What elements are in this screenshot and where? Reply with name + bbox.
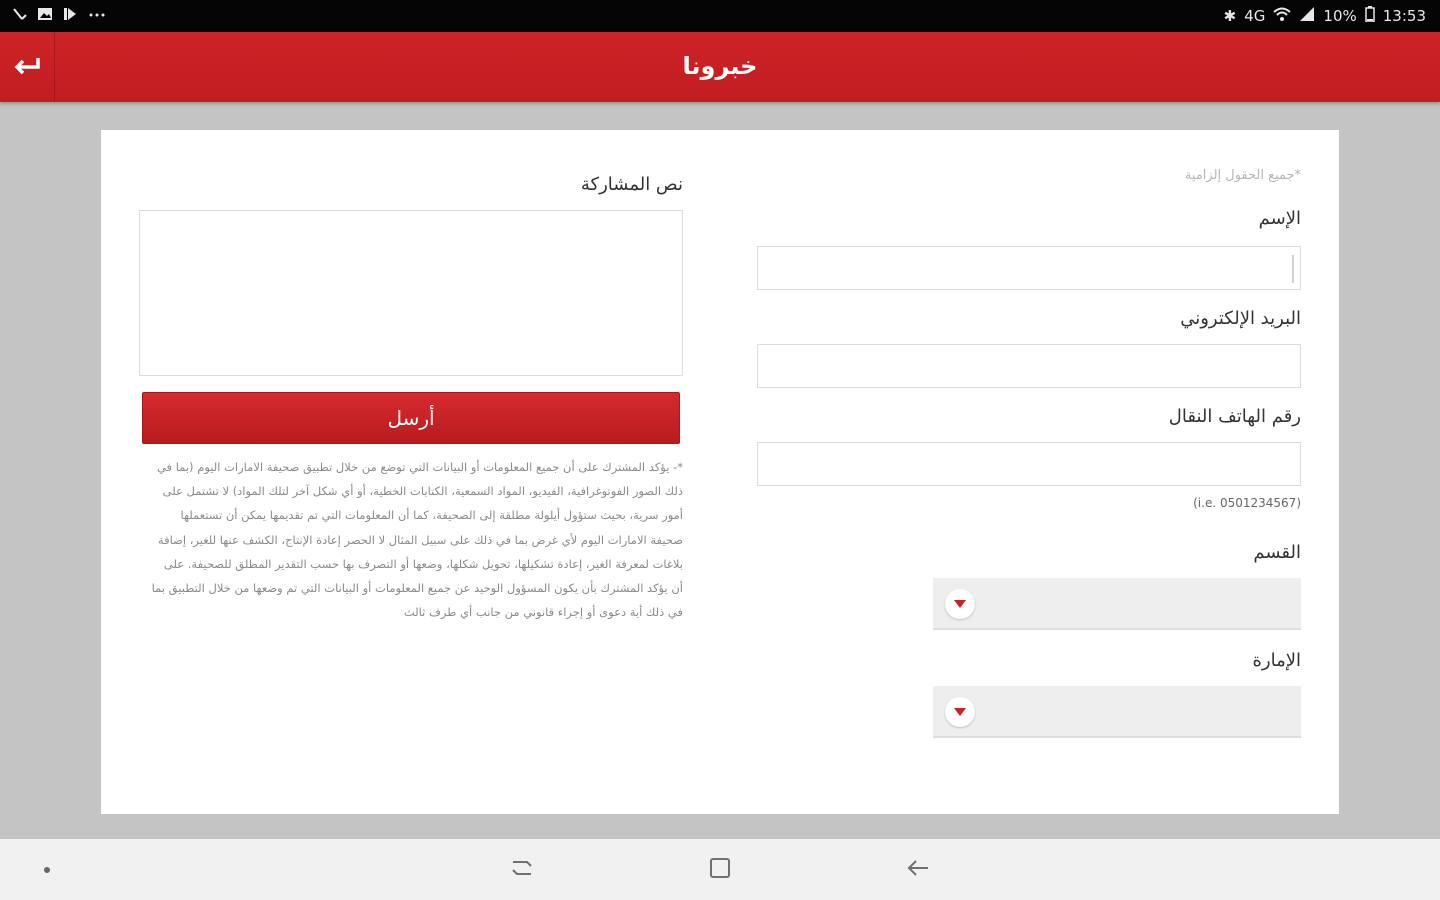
email-label: البريد الإلكتروني xyxy=(1180,308,1301,329)
image-icon xyxy=(37,6,53,26)
recent-apps-button[interactable] xyxy=(507,856,537,884)
missed-call-icon xyxy=(12,6,28,26)
signal-icon xyxy=(1299,6,1315,26)
status-bar: ✱ 4G 10% 13:53 xyxy=(0,0,1440,32)
home-button[interactable] xyxy=(705,856,735,884)
name-input[interactable] xyxy=(757,246,1301,290)
emirate-label: الإمارة xyxy=(1252,650,1301,671)
bluetooth-icon: ✱ xyxy=(1223,7,1237,25)
disclaimer-text: *- يؤكد المشترك على أن جميع المعلومات أو… xyxy=(151,460,683,620)
back-arrow-icon xyxy=(12,54,42,80)
submit-button[interactable]: أرسل xyxy=(142,392,680,444)
status-system: ✱ 4G 10% 13:53 xyxy=(1224,6,1426,26)
nav-back-button[interactable] xyxy=(903,856,933,884)
more-icon xyxy=(87,6,107,26)
phone-input[interactable] xyxy=(757,442,1301,486)
message-textarea[interactable] xyxy=(139,210,683,376)
back-icon xyxy=(906,857,930,883)
message-label: نص المشاركة xyxy=(580,174,683,195)
clock: 13:53 xyxy=(1382,7,1426,25)
phone-hint: (i.e. 0501234567) xyxy=(1193,496,1301,510)
emirate-select[interactable] xyxy=(933,686,1301,738)
status-notifications xyxy=(12,6,107,26)
app-header: خبرونا xyxy=(0,32,1440,102)
back-button[interactable] xyxy=(0,32,55,102)
network-type-label: 4G xyxy=(1244,7,1266,25)
section-select[interactable] xyxy=(933,578,1301,630)
system-nav-bar xyxy=(0,839,1440,900)
name-label: الإسم xyxy=(1258,208,1301,229)
battery-percent: 10% xyxy=(1323,7,1357,25)
battery-icon xyxy=(1365,6,1375,26)
recents-icon xyxy=(510,857,534,883)
section-label: القسم xyxy=(1253,542,1301,563)
home-icon xyxy=(708,857,732,883)
page-title: خبرونا xyxy=(682,52,758,80)
dropdown-arrow-icon xyxy=(945,697,975,727)
contact-form-card: *جميع الحقول إلزامية الإسم البريد الإلكت… xyxy=(101,130,1339,814)
dropdown-arrow-icon xyxy=(945,589,975,619)
phone-label: رقم الهاتف النقال xyxy=(1168,406,1301,427)
required-fields-note: *جميع الحقول إلزامية xyxy=(1184,168,1301,183)
wifi-icon xyxy=(1273,6,1292,26)
email-input[interactable] xyxy=(757,344,1301,388)
text-cursor xyxy=(1292,255,1294,283)
media-icon xyxy=(62,6,78,26)
nav-dot-icon xyxy=(44,867,50,873)
